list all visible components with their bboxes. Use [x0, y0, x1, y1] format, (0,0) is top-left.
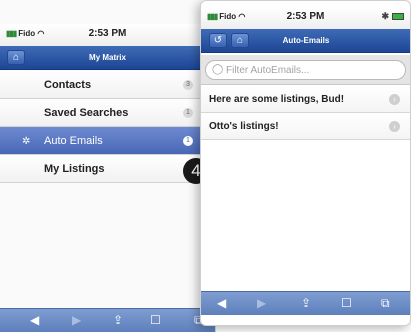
status-bar: ▮▮▮ Fido ◠ 2:53 PM [0, 24, 215, 46]
back-icon: ↺ [213, 35, 223, 46]
battery-icon [392, 13, 404, 21]
page-title: Auto-Emails [282, 36, 330, 45]
count-badge: 1 [183, 136, 193, 146]
bluetooth-icon: ✱ [381, 11, 389, 21]
search-bar: ◯ [201, 55, 410, 85]
bookmarks-icon[interactable]: ☐ [150, 313, 161, 327]
share-icon[interactable]: ⇪ [113, 313, 123, 327]
menu-item-label: Saved Searches [44, 107, 129, 119]
menu-item-saved-searches[interactable]: Saved Searches 1 [0, 99, 215, 127]
list-item-label: Otto's listings! [209, 121, 279, 132]
menu-item-label: Contacts [44, 79, 92, 91]
chevron-right-icon: › [389, 94, 400, 105]
status-time: 2:53 PM [88, 28, 127, 39]
back-button[interactable]: ↺ [209, 33, 227, 48]
menu-item-contacts[interactable]: Contacts 3 [0, 71, 215, 99]
status-bar: ▮▮▮ Fido ◠ 2:53 PM ✱ [201, 7, 410, 29]
navbar: ↺ ⌂ Auto-Emails [201, 29, 410, 53]
navbar: ⌂ My Matrix [0, 46, 215, 70]
back-arrow-icon[interactable]: ◀ [30, 313, 39, 327]
search-box: ◯ [205, 60, 406, 80]
bookmarks-icon[interactable]: ☐ [341, 296, 352, 310]
list-item-label: Here are some listings, Bud! [209, 94, 345, 105]
list-item[interactable]: Here are some listings, Bud! › [201, 86, 410, 113]
forward-arrow-icon[interactable]: ▶ [257, 296, 266, 310]
search-icon: ◯ [212, 64, 224, 75]
pages-icon[interactable]: ⧉ [381, 296, 390, 310]
filter-input[interactable] [226, 63, 396, 77]
status-time: 2:53 PM [286, 11, 325, 22]
browser-toolbar: ◀ ▶ ⇪ ☐ ⧉ [201, 291, 410, 315]
count-badge: 3 [183, 80, 193, 90]
auto-email-list: Here are some listings, Bud! › Otto's li… [201, 86, 410, 140]
menu-item-label: My Listings [44, 163, 105, 175]
home-button[interactable]: ⌂ [231, 33, 249, 48]
forward-arrow-icon[interactable]: ▶ [72, 313, 81, 327]
menu-item-auto-emails[interactable]: ✲ Auto Emails 1 [0, 127, 215, 155]
loading-spinner-icon: ✲ [22, 136, 31, 147]
home-icon: ⌂ [236, 35, 244, 46]
list-item[interactable]: Otto's listings! › [201, 113, 410, 140]
share-icon[interactable]: ⇪ [301, 296, 311, 310]
browser-toolbar: ◀ ▶ ⇪ ☐ ⧉ [0, 308, 215, 332]
page-title: My Matrix [89, 53, 126, 62]
count-badge: 1 [183, 108, 193, 118]
menu-item-label: Auto Emails [44, 135, 103, 147]
phone-screen-front: ▮▮▮Fido ◠ 2:53 PM ✱ ↺ ⌂ Auto-Emails ◯ He… [200, 0, 411, 326]
chevron-right-icon: › [389, 121, 400, 132]
back-arrow-icon[interactable]: ◀ [217, 296, 226, 310]
